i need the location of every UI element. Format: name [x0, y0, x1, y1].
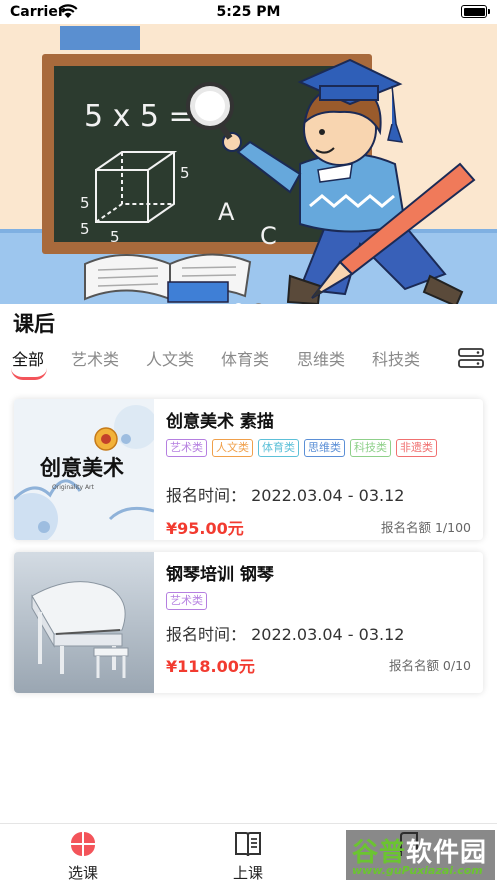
cube-label: 5 [180, 164, 190, 182]
category-menu-icon[interactable] [458, 348, 484, 368]
registration-time: 报名时间： 2022.03.04 - 03.12 [166, 486, 405, 505]
registration-quota: 报名名额 1/100 [381, 520, 471, 535]
tag-humanities: 人文类 [212, 439, 253, 457]
tab-art[interactable]: 艺术类 [71, 346, 119, 370]
watermark-logo: 谷普软件园 www.guPuxiazai.com [346, 830, 495, 880]
battery-icon [461, 5, 490, 18]
course-card[interactable]: 创意美术 Originality Art 创意美术 素描 艺术类 人文类 体育类 思维… [14, 399, 483, 540]
carousel-dot-active[interactable] [234, 303, 243, 304]
section-title: 课后 [13, 312, 55, 336]
course-title: 钢琴培训 钢琴 [166, 565, 274, 585]
registration-quota: 报名名额 0/10 [388, 658, 471, 673]
cube-label: A [218, 198, 235, 226]
course-card[interactable]: 钢琴培训 钢琴 艺术类 报名时间： 2022.03.04 - 03.12 ¥11… [14, 552, 483, 693]
tab-label: 上课 [232, 864, 263, 882]
tag-art: 艺术类 [166, 592, 207, 610]
tab-course-select[interactable]: 选课 [23, 824, 143, 883]
cube-label: C [260, 222, 277, 250]
tab-all[interactable]: 全部 [12, 346, 44, 370]
tag-technology: 科技类 [350, 439, 391, 457]
course-tags: 艺术类 [166, 589, 212, 610]
carousel-dot[interactable] [254, 303, 263, 304]
tab-sports[interactable]: 体育类 [221, 346, 269, 370]
banner-illustration: 5 x 5 = 5 5 5 5 A C [0, 24, 497, 304]
clock: 5:25 PM [216, 4, 281, 20]
banner-carousel[interactable]: 5 x 5 = 5 5 5 5 A C [0, 24, 497, 304]
course-title: 创意美术 素描 [166, 412, 274, 432]
thumbnail-logo-subtext: Originality Art [52, 484, 95, 491]
cube-label: 5 [80, 194, 90, 212]
course-price: ¥118.00元 [166, 657, 255, 676]
tab-thinking[interactable]: 思维类 [297, 346, 345, 370]
watermark-url: www.guPuxiazai.com [352, 864, 483, 877]
status-bar: Carrier 5:25 PM [0, 0, 497, 24]
course-select-icon [71, 832, 95, 856]
board-equation: 5 x 5 = [84, 99, 194, 134]
book-icon [235, 832, 261, 857]
registration-time: 报名时间： 2022.03.04 - 03.12 [166, 625, 405, 644]
carousel-indicator[interactable] [234, 303, 264, 304]
thumbnail-logo-text: 创意美术 [39, 455, 124, 480]
active-tab-indicator [11, 368, 47, 380]
course-price: ¥95.00元 [166, 519, 244, 538]
tag-thinking: 思维类 [304, 439, 345, 457]
tag-art: 艺术类 [166, 439, 207, 457]
tab-technology[interactable]: 科技类 [372, 346, 420, 370]
course-tags: 艺术类 人文类 体育类 思维类 科技类 非遗类 [166, 436, 442, 457]
tag-heritage: 非遗类 [396, 439, 437, 457]
tab-class[interactable]: 上课 [188, 824, 308, 883]
category-tabs: 全部 艺术类 人文类 体育类 思维类 科技类 [0, 342, 497, 382]
tag-sports: 体育类 [258, 439, 299, 457]
cube-label: 5 [110, 228, 120, 246]
tab-humanities[interactable]: 人文类 [146, 346, 194, 370]
cube-label: 5 [80, 220, 90, 238]
course-thumbnail: 创意美术 Originality Art [14, 399, 154, 540]
course-thumbnail [14, 552, 154, 693]
tab-label: 选课 [67, 864, 98, 882]
